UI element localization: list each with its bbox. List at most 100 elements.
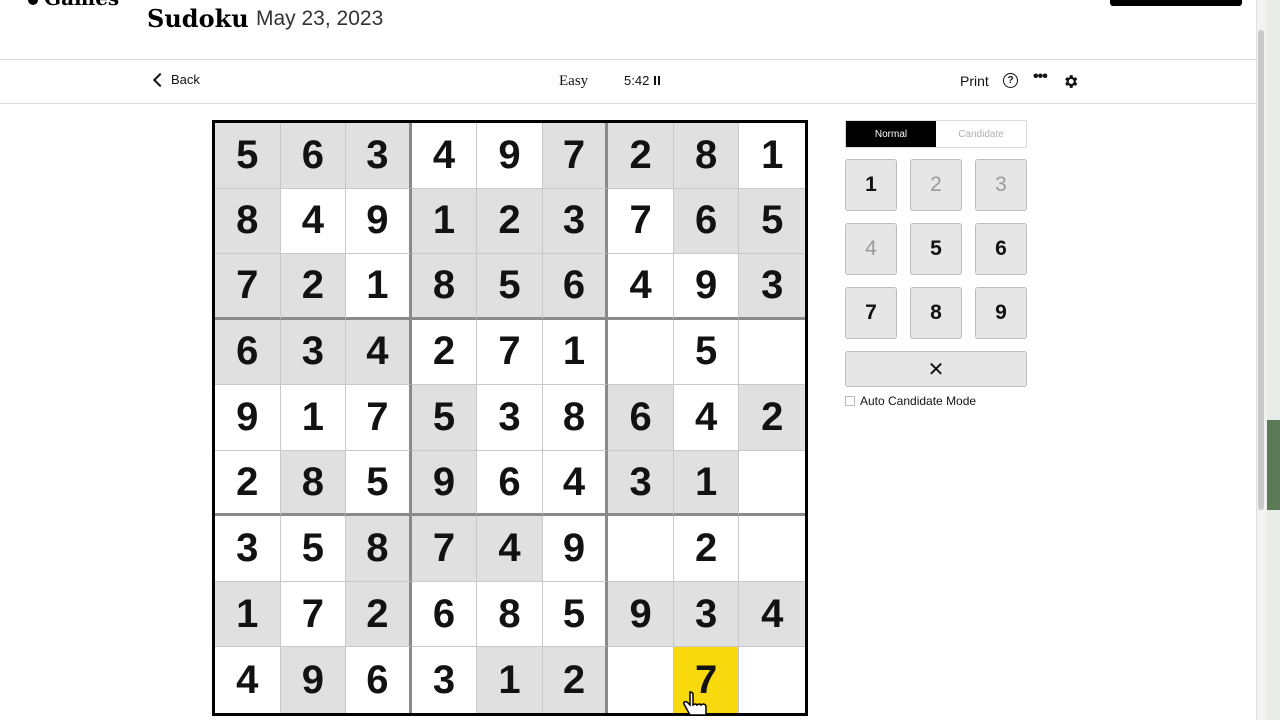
more-options-icon[interactable]: ••• [1033,68,1048,86]
sudoku-cell[interactable]: 3 [739,254,805,320]
sudoku-cell[interactable] [739,319,805,386]
sudoku-cell[interactable]: 5 [673,319,740,386]
auto-candidate-toggle[interactable]: Auto Candidate Mode [845,394,976,408]
sudoku-cell[interactable]: 3 [608,450,674,517]
sudoku-cell[interactable] [739,647,805,713]
sudoku-cell[interactable]: 7 [542,123,609,189]
sudoku-cell[interactable]: 4 [346,319,412,386]
sudoku-cell[interactable]: 6 [542,254,609,320]
sudoku-cell[interactable]: 2 [477,188,543,255]
sudoku-cell[interactable]: 9 [673,254,740,320]
sudoku-cell[interactable]: 5 [346,450,412,517]
sudoku-cell[interactable]: 7 [346,385,412,451]
sudoku-cell[interactable]: 5 [280,516,347,582]
sudoku-cell[interactable]: 8 [215,188,281,255]
sudoku-cell[interactable]: 6 [608,385,674,451]
sudoku-cell[interactable]: 6 [411,581,478,648]
sudoku-cell[interactable]: 1 [477,647,543,713]
sudoku-cell[interactable]: 9 [346,188,412,255]
sudoku-cell[interactable]: 6 [346,647,412,713]
sudoku-cell[interactable]: 5 [411,385,478,451]
sudoku-cell[interactable]: 7 [608,188,674,255]
sudoku-cell[interactable]: 6 [280,123,347,189]
sudoku-cell[interactable]: 7 [411,516,478,582]
sudoku-cell[interactable]: 8 [673,123,740,189]
sudoku-cell[interactable]: 4 [280,188,347,255]
sudoku-cell[interactable]: 4 [215,647,281,713]
sudoku-cell[interactable] [608,647,674,713]
sudoku-cell[interactable]: 1 [739,123,805,189]
sudoku-cell[interactable]: 6 [215,319,281,386]
keypad-number-6[interactable]: 6 [975,223,1027,275]
sudoku-cell[interactable]: 9 [215,385,281,451]
sudoku-cell[interactable]: 7 [215,254,281,320]
back-button[interactable]: Back [152,72,200,87]
sudoku-cell[interactable]: 2 [411,319,478,386]
keypad-number-8[interactable]: 8 [910,287,962,339]
keypad-number-3[interactable]: 3 [975,159,1027,211]
sudoku-cell[interactable]: 9 [280,647,347,713]
sudoku-cell[interactable]: 2 [608,123,674,189]
sudoku-cell[interactable]: 3 [542,188,609,255]
pause-icon[interactable] [654,76,661,85]
sudoku-cell[interactable]: 8 [346,516,412,582]
sudoku-cell[interactable]: 4 [739,581,805,648]
sudoku-cell[interactable] [739,450,805,517]
erase-button[interactable]: ✕ [845,351,1027,387]
sudoku-cell[interactable]: 2 [346,581,412,648]
sudoku-cell[interactable]: 1 [411,188,478,255]
sudoku-cell[interactable]: 1 [280,385,347,451]
sudoku-cell[interactable]: 2 [280,254,347,320]
help-icon[interactable]: ? [1003,73,1018,88]
sudoku-cell[interactable]: 7 [280,581,347,648]
sudoku-cell[interactable]: 8 [411,254,478,320]
sudoku-cell[interactable]: 1 [215,581,281,648]
sudoku-cell[interactable]: 3 [346,123,412,189]
sudoku-cell[interactable]: 2 [542,647,609,713]
gear-icon[interactable] [1062,73,1079,90]
sudoku-cell[interactable]: 9 [477,123,543,189]
sudoku-cell[interactable]: 2 [739,385,805,451]
sudoku-cell[interactable]: 5 [477,254,543,320]
sudoku-cell[interactable]: 1 [346,254,412,320]
sudoku-cell[interactable]: 2 [215,450,281,517]
games-logo[interactable]: Games [28,0,119,10]
sudoku-cell[interactable]: 5 [215,123,281,189]
header-action-button[interactable] [1110,0,1242,6]
sudoku-cell[interactable]: 9 [542,516,609,582]
sudoku-cell[interactable]: 2 [673,516,740,582]
scrollbar-thumb[interactable] [1258,30,1264,510]
sudoku-cell[interactable]: 4 [411,123,478,189]
sudoku-cell[interactable]: 3 [411,647,478,713]
checkbox[interactable] [845,396,855,406]
sudoku-cell[interactable] [739,516,805,582]
candidate-mode-tab[interactable]: Candidate [936,121,1026,147]
sudoku-cell[interactable]: 3 [280,319,347,386]
sudoku-cell[interactable]: 4 [542,450,609,517]
sudoku-cell[interactable]: 6 [673,188,740,255]
keypad-number-1[interactable]: 1 [845,159,897,211]
sudoku-cell[interactable]: 1 [542,319,609,386]
sudoku-cell[interactable]: 5 [542,581,609,648]
sudoku-cell[interactable] [608,516,674,582]
sudoku-cell[interactable]: 3 [673,581,740,648]
keypad-number-7[interactable]: 7 [845,287,897,339]
timer[interactable]: 5:42 [624,73,661,88]
sudoku-cell[interactable]: 8 [280,450,347,517]
sudoku-cell[interactable] [608,319,674,386]
sudoku-cell[interactable]: 1 [673,450,740,517]
sudoku-cell[interactable]: 6 [477,450,543,517]
keypad-number-5[interactable]: 5 [910,223,962,275]
sudoku-cell[interactable]: 5 [739,188,805,255]
sudoku-cell[interactable]: 4 [608,254,674,320]
sudoku-cell[interactable]: 9 [608,581,674,648]
print-button[interactable]: Print [960,73,989,89]
sudoku-cell[interactable]: 8 [542,385,609,451]
sudoku-cell[interactable]: 3 [477,385,543,451]
sudoku-cell[interactable]: 7 [477,319,543,386]
sudoku-cell[interactable]: 9 [411,450,478,517]
sudoku-cell[interactable]: 3 [215,516,281,582]
normal-mode-tab[interactable]: Normal [846,121,936,147]
keypad-number-4[interactable]: 4 [845,223,897,275]
keypad-number-9[interactable]: 9 [975,287,1027,339]
